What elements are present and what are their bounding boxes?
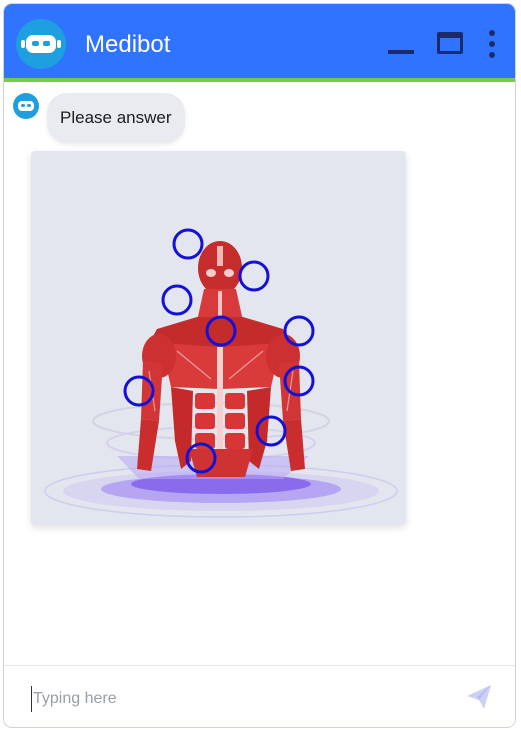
anatomy-image-card [31, 151, 406, 525]
chat-window: Medibot Please answer [3, 3, 516, 728]
robot-icon [18, 101, 34, 111]
minimize-icon[interactable] [388, 50, 414, 54]
maximize-icon[interactable] [437, 32, 463, 54]
message-input[interactable] [31, 686, 445, 712]
more-vertical-icon[interactable] [488, 30, 496, 58]
chat-header: Medibot [4, 4, 515, 82]
chat-title: Medibot [85, 31, 171, 58]
composer-bar [4, 665, 515, 727]
message-text: Please answer [60, 108, 172, 127]
send-icon[interactable] [464, 682, 494, 712]
message-avatar [13, 93, 39, 119]
muscle-anatomy-illustration [44, 228, 398, 518]
robot-icon [21, 35, 61, 53]
message-bubble: Please answer [47, 93, 185, 143]
bot-avatar [16, 19, 66, 69]
